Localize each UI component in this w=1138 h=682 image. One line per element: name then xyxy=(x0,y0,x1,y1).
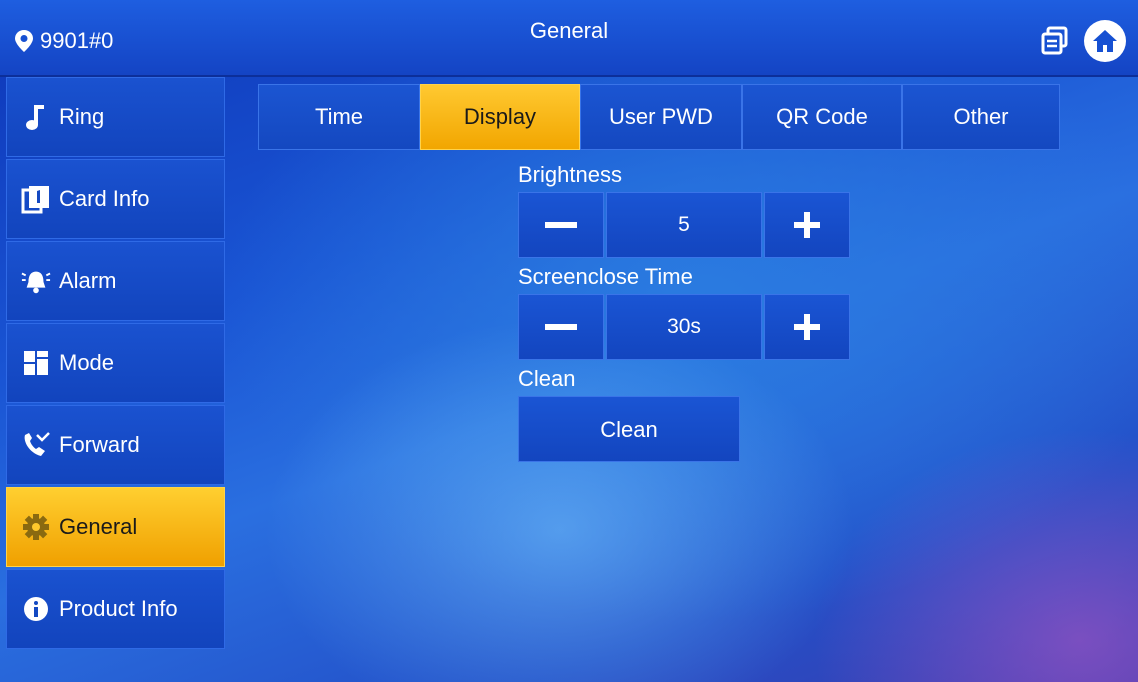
info-icon xyxy=(21,594,51,624)
sidebar-item-label: Forward xyxy=(59,432,140,457)
tab-other[interactable]: Other xyxy=(902,84,1060,150)
message-icon[interactable] xyxy=(1040,26,1070,56)
tab-time[interactable]: Time xyxy=(258,84,420,150)
brightness-stepper: 5 xyxy=(518,192,850,258)
sidebar-item-product-info[interactable]: Product Info xyxy=(6,569,225,649)
clean-label: Clean xyxy=(518,366,576,391)
tab-bar: Time Display User PWD QR Code Other xyxy=(258,84,1060,150)
sidebar-item-label: Product Info xyxy=(59,596,178,621)
sidebar-item-card-info[interactable]: Card Info xyxy=(6,159,225,239)
sidebar: Ring Card Info Alarm Mode Forward Genera… xyxy=(6,77,225,651)
sidebar-item-label: General xyxy=(59,514,138,539)
sidebar-item-label: Ring xyxy=(59,104,105,129)
sidebar-item-general[interactable]: General xyxy=(6,487,225,567)
home-icon xyxy=(1093,30,1117,52)
sidebar-item-forward[interactable]: Forward xyxy=(6,405,225,485)
screenclose-stepper: 30s xyxy=(518,294,850,360)
brightness-value: 5 xyxy=(606,192,762,258)
plus-icon xyxy=(794,212,820,238)
clean-button[interactable]: Clean xyxy=(518,396,740,462)
sidebar-item-label: Card Info xyxy=(59,186,150,211)
music-note-icon xyxy=(21,102,51,132)
sidebar-item-ring[interactable]: Ring xyxy=(6,77,225,157)
sidebar-item-label: Mode xyxy=(59,350,115,375)
sidebar-item-label: Alarm xyxy=(59,268,117,293)
card-icon xyxy=(21,184,51,214)
home-button[interactable] xyxy=(1084,20,1126,62)
screenclose-label: Screenclose Time xyxy=(518,264,693,289)
screenclose-increase-button[interactable] xyxy=(764,294,850,360)
mode-grid-icon xyxy=(21,348,51,378)
page-title: General xyxy=(529,18,609,43)
tab-qr-code[interactable]: QR Code xyxy=(742,84,902,150)
brightness-label: Brightness xyxy=(518,162,622,187)
title-bar: 9901#0 General xyxy=(0,0,1138,77)
forward-call-icon xyxy=(21,430,51,460)
sidebar-item-mode[interactable]: Mode xyxy=(6,323,225,403)
plus-icon xyxy=(794,314,820,340)
minus-icon xyxy=(545,222,577,228)
minus-icon xyxy=(545,324,577,330)
tab-display[interactable]: Display xyxy=(420,84,580,150)
brightness-increase-button[interactable] xyxy=(764,192,850,258)
brightness-decrease-button[interactable] xyxy=(518,192,604,258)
alarm-icon xyxy=(21,266,51,296)
sidebar-item-alarm[interactable]: Alarm xyxy=(6,241,225,321)
screenclose-value: 30s xyxy=(606,294,762,360)
screenclose-decrease-button[interactable] xyxy=(518,294,604,360)
gear-icon xyxy=(21,512,51,542)
tab-user-pwd[interactable]: User PWD xyxy=(580,84,742,150)
